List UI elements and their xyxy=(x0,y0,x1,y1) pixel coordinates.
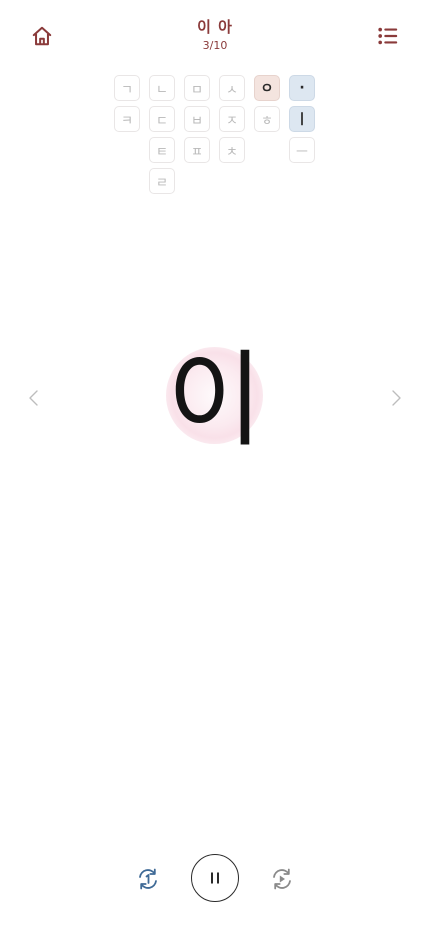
playback-controls xyxy=(0,850,430,906)
autoplay-button[interactable] xyxy=(269,866,295,892)
letter-grid: ㄱ ㄴ ㅁ ㅅ ㅇ ㅋ ㄷ ㅂ ㅈ ㅎ ㅌ ㅍ ㅊ ㄹ · ㅣ ㅡ xyxy=(0,0,430,200)
pause-button[interactable] xyxy=(191,854,239,902)
consonant-key[interactable]: ㅅ xyxy=(219,75,245,101)
consonant-key[interactable]: ㄷ xyxy=(149,106,175,132)
consonant-key[interactable]: ㄴ xyxy=(149,75,175,101)
vowel-key-selected[interactable]: ㅣ xyxy=(289,106,315,132)
vowel-key[interactable]: ㅡ xyxy=(289,137,315,163)
consonant-key-selected[interactable]: ㅇ xyxy=(254,75,280,101)
consonant-key[interactable]: ㅋ xyxy=(114,106,140,132)
syllable-display: 이 xyxy=(167,339,263,461)
syllable-stage: 이 xyxy=(0,300,430,500)
consonant-key[interactable]: ㅊ xyxy=(219,137,245,163)
consonant-key[interactable]: ㅎ xyxy=(254,106,280,132)
repeat-one-button[interactable] xyxy=(135,866,161,892)
consonant-key[interactable]: ㅍ xyxy=(184,137,210,163)
previous-button[interactable] xyxy=(24,388,44,408)
repeat-one-icon xyxy=(139,868,157,890)
consonant-key[interactable]: ㅂ xyxy=(184,106,210,132)
pause-icon xyxy=(211,872,219,884)
chevron-left-icon xyxy=(29,390,38,406)
next-button[interactable] xyxy=(386,388,406,408)
consonant-key[interactable]: ㅌ xyxy=(149,137,175,163)
consonant-key[interactable]: ㅁ xyxy=(184,75,210,101)
autoplay-icon xyxy=(273,868,291,890)
vowel-key-selected[interactable]: · xyxy=(289,75,315,101)
chevron-right-icon xyxy=(392,390,401,406)
consonant-key[interactable]: ㅈ xyxy=(219,106,245,132)
consonant-key[interactable]: ㄹ xyxy=(149,168,175,194)
consonant-key[interactable]: ㄱ xyxy=(114,75,140,101)
